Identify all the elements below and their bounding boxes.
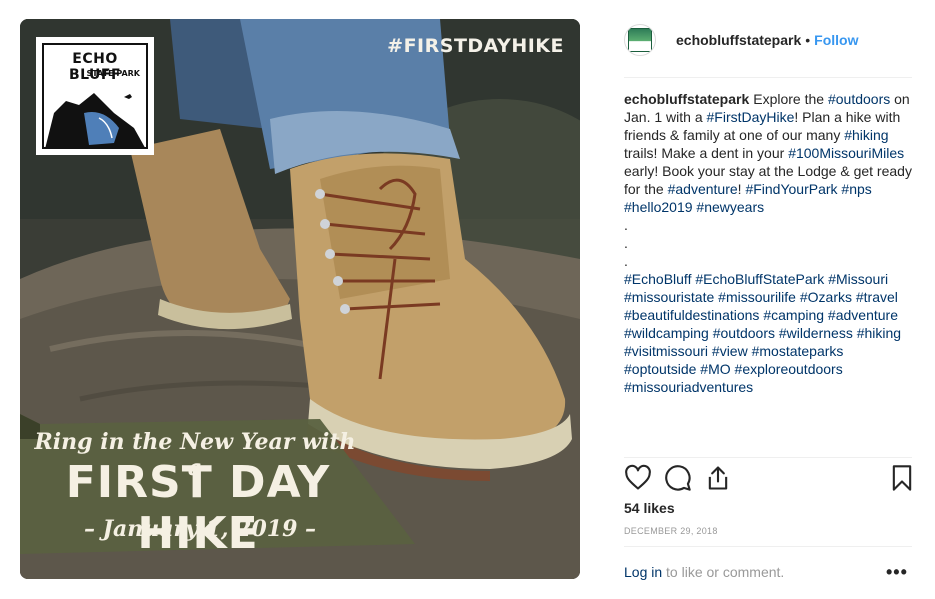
post-image[interactable]: ECHO BLUFF STATE PARK #FIRSTDAYHIKE Ring… [20,19,580,579]
likes-count[interactable]: 54 likes [624,500,675,516]
banner-headline: FIRST DAY HIKE [65,457,331,559]
heart-icon[interactable] [624,464,652,492]
hashtag-link[interactable]: #view [712,343,748,359]
caption-username[interactable]: echobluffstatepark [624,91,749,107]
hashtag-link[interactable]: #newyears [696,199,764,215]
avatar[interactable] [624,24,656,56]
hashtag-link[interactable]: #EchoBluffStatePark [695,271,824,287]
hashtag-link[interactable]: #beautifuldestinations [624,307,759,323]
hashtag-link[interactable]: #FirstDayHike [707,109,795,125]
banner-date: – January 1, 2019 – [83,516,317,542]
hashtag-link[interactable]: #hello2019 [624,199,693,215]
hashtag-link[interactable]: #wilderness [779,325,853,341]
caption-dot: . [624,235,628,251]
caption-text: Explore the [753,91,828,107]
post-date[interactable]: DECEMBER 29, 2018 [624,526,718,536]
more-options-icon[interactable]: ••• [886,562,908,583]
hashtag-link[interactable]: #adventure [668,181,738,197]
logo-title: ECHO BLUFF [68,51,122,83]
header-divider [624,77,912,78]
hashtag-link[interactable]: #optoutside [624,361,696,377]
caption-dot: . [624,253,628,269]
caption-text: trails! Make a dent in your [624,145,789,161]
overlay-hashtag: #FIRSTDAYHIKE [387,35,564,57]
separator-dot: • [805,32,811,48]
park-logo: ECHO BLUFF STATE PARK [36,37,154,155]
caption-hashtags: #EchoBluff #EchoBluffStatePark #Missouri… [624,270,914,396]
hashtag-link[interactable]: #100MissouriMiles [788,145,904,161]
follow-button[interactable]: Follow [814,32,858,48]
hashtag-link[interactable]: #EchoBluff [624,271,691,287]
login-prompt: Log in to like or comment. [624,564,784,580]
action-bar [624,464,914,496]
bookmark-icon[interactable] [888,464,916,492]
share-icon[interactable] [704,464,732,492]
comment-divider [624,546,912,547]
hashtag-link[interactable]: #hiking [844,127,888,143]
hashtag-link[interactable]: #mostateparks [752,343,844,359]
hashtag-link[interactable]: #wildcamping [624,325,709,341]
hashtag-link[interactable]: #outdoors [828,91,890,107]
login-prompt-text: to like or comment. [662,564,785,580]
hashtag-link[interactable]: #Ozarks [800,289,852,305]
comment-icon[interactable] [664,464,692,492]
hashtag-link[interactable]: #adventure [828,307,898,323]
caption-dot: . [624,217,628,233]
header-username[interactable]: echobluffstatepark [676,32,801,48]
hashtag-link[interactable]: #MO [700,361,730,377]
bluff-illustration-icon [45,93,145,147]
hashtag-link[interactable]: #missourilife [718,289,796,305]
caption-body: echobluffstatepark Explore the #outdoors … [624,90,914,216]
hashtag-link[interactable]: #camping [763,307,824,323]
hashtag-link[interactable]: #outdoors [713,325,775,341]
hashtag-link[interactable]: #missouristate [624,289,714,305]
hashtag-link[interactable]: #FindYourPark [745,181,837,197]
hashtag-link[interactable]: #missouriadventures [624,379,753,395]
caption-dots: ... [624,216,914,270]
post-header: echobluffstatepark • Follow [624,20,912,60]
hashtag-link[interactable]: #exploreoutdoors [735,361,843,377]
hashtag-link[interactable]: #hiking [857,325,901,341]
actions-divider [624,457,912,458]
logo-subtitle: STATE PARK [86,69,140,78]
hashtag-link[interactable]: #visitmissouri [624,343,708,359]
post-caption: echobluffstatepark Explore the #outdoors … [624,90,914,396]
hashtag-link[interactable]: #nps [841,181,871,197]
hashtag-link[interactable]: #Missouri [828,271,888,287]
hashtag-link[interactable]: #travel [856,289,898,305]
login-link[interactable]: Log in [624,564,662,580]
